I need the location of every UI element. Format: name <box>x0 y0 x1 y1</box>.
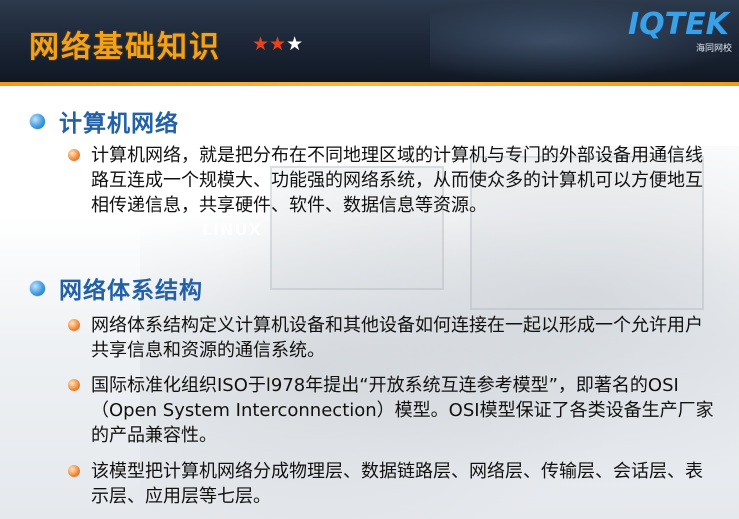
orange-bullet-icon <box>68 379 80 391</box>
slide-title: 网络基础知识 <box>29 30 221 65</box>
difficulty-stars: ★★★ <box>252 33 303 55</box>
section-heading: 网络体系结构 <box>30 271 203 305</box>
star-icon-empty: ★ <box>286 33 304 55</box>
list-item: 国际标准化组织ISO于l978年提出“开放系统互连参考模型”，即著名的OSI（O… <box>68 373 728 448</box>
slide-header: 网络基础知识 ★★★ IQTEK 海同网校 <box>0 0 739 82</box>
background-linux-logo: LINUX <box>202 220 262 239</box>
orange-bullet-icon <box>68 465 80 477</box>
list-item: 网络体系结构定义计算机设备和其他设备如何连接在一起以形成一个允许用户共享信息和资… <box>68 313 728 363</box>
item-text: 该模型把计算机网络分成物理层、数据链路层、网络层、传输层、会话层、表示层、应用层… <box>91 461 703 507</box>
logo-subtitle: 海同网校 <box>695 44 732 54</box>
item-text: 网络体系结构定义计算机设备和其他设备如何连接在一起以形成一个允许用户共享信息和资… <box>91 315 703 361</box>
logo-text: IQTEK <box>628 7 729 42</box>
list-item: 该模型把计算机网络分成物理层、数据链路层、网络层、传输层、会话层、表示层、应用层… <box>68 459 728 509</box>
list-item: 计算机网络，就是把分布在不同地理区域的计算机与专门的外部设备用通信线路互连成一个… <box>68 143 728 218</box>
section-title: 网络体系结构 <box>59 278 203 304</box>
star-icon-filled: ★ <box>269 33 287 55</box>
item-text: 计算机网络，就是把分布在不同地理区域的计算机与专门的外部设备用通信线路互连成一个… <box>91 145 703 216</box>
item-text: 国际标准化组织ISO于l978年提出“开放系统互连参考模型”，即著名的OSI（O… <box>91 375 714 446</box>
slide-body: LINUX 计算机网络 计算机网络，就是把分布在不同地理区域的计算机与专门的外部… <box>0 86 739 519</box>
orange-bullet-icon <box>68 319 80 331</box>
orange-bullet-icon <box>68 149 80 161</box>
blue-bullet-icon <box>30 113 45 129</box>
section-heading: 计算机网络 <box>30 104 179 138</box>
blue-bullet-icon <box>30 280 45 296</box>
star-icon-filled: ★ <box>252 33 270 55</box>
section-title: 计算机网络 <box>59 111 179 137</box>
iqtek-logo: IQTEK 海同网校 <box>628 7 736 55</box>
